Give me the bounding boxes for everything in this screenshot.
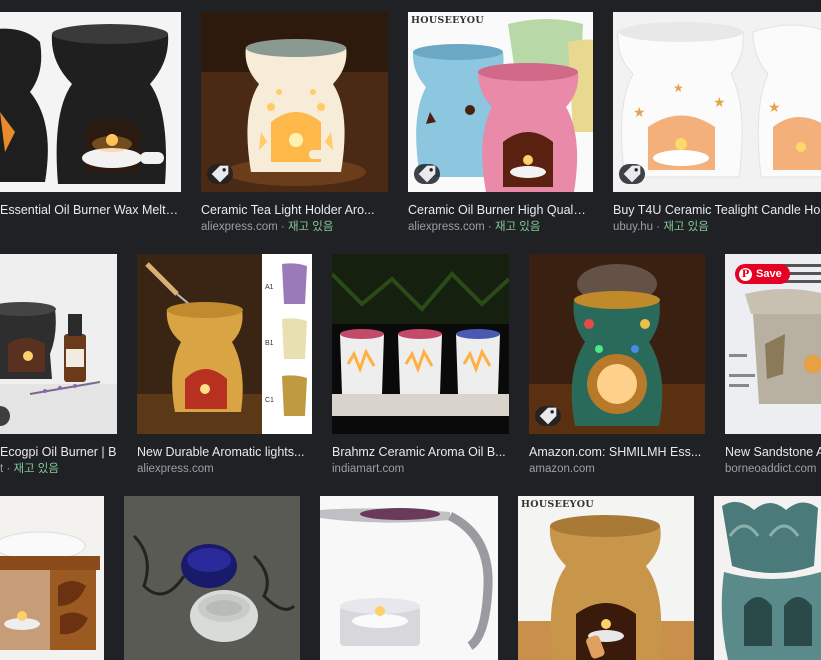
image-results-grid: Essential Oil Burner Wax Melt Burn... [0, 0, 821, 660]
shopping-tag-icon [414, 164, 440, 184]
result-thumbnail[interactable] [124, 496, 300, 660]
result-thumbnail[interactable] [320, 496, 498, 660]
result-source[interactable]: borneoaddict.com [725, 462, 821, 477]
brand-overlay-text: HOUSEEYOU [521, 499, 594, 510]
result-source[interactable]: ubuy.hu · 재고 있음 [613, 220, 821, 235]
result-card[interactable] [714, 496, 821, 660]
variant-label: A1 [265, 284, 274, 291]
result-thumbnail[interactable] [0, 12, 181, 192]
result-thumbnail[interactable] [0, 496, 104, 660]
in-stock-label: 재고 있음 [287, 221, 334, 233]
result-card[interactable]: Brahmz Ceramic Aroma Oil B... indiamart.… [332, 254, 509, 477]
result-title[interactable]: Ceramic Tea Light Holder Aro... [201, 202, 381, 218]
in-stock-label: 재고 있음 [13, 463, 59, 475]
result-thumbnail[interactable]: HOUSEEYOU [408, 12, 593, 192]
save-label: Save [756, 268, 782, 280]
result-thumbnail[interactable]: A1 B1 C1 [137, 254, 312, 434]
result-image [332, 254, 509, 434]
result-thumbnail[interactable] [332, 254, 509, 434]
result-source[interactable]: t · 재고 있음 [0, 462, 117, 477]
result-title[interactable]: Brahmz Ceramic Aroma Oil B... [332, 444, 509, 460]
result-card[interactable]: HOUSEEYOU Ceramic Oil Burner High Qualit… [408, 12, 593, 235]
svg-text:★: ★ [633, 104, 646, 120]
result-domain: aliexpress.com [137, 463, 214, 475]
result-image [124, 496, 300, 660]
result-card[interactable] [0, 496, 104, 660]
result-image [0, 254, 117, 434]
variant-label: B1 [265, 340, 274, 347]
result-thumbnail[interactable] [529, 254, 705, 434]
result-image [518, 496, 694, 660]
result-card[interactable] [320, 496, 498, 660]
result-image [320, 496, 498, 660]
result-title[interactable]: New Sandstone A [725, 444, 821, 460]
result-domain: amazon.com [529, 463, 595, 475]
result-source[interactable]: amazon.com [529, 462, 705, 477]
in-stock-label: 재고 있음 [494, 221, 541, 233]
brand-overlay-text: HOUSEEYOU [411, 15, 484, 26]
result-thumbnail[interactable] [0, 254, 117, 434]
result-card[interactable]: Ceramic Tea Light Holder Aro... aliexpre… [201, 12, 388, 235]
result-source[interactable]: aliexpress.com [137, 462, 312, 477]
result-domain: ubuy.hu [613, 221, 654, 233]
result-title[interactable]: Ecogpi Oil Burner | Blac... [0, 444, 117, 460]
result-title[interactable]: Buy T4U Ceramic Tealight Candle Holder [613, 202, 821, 218]
result-title[interactable]: Essential Oil Burner Wax Melt Burn... [0, 202, 181, 218]
shopping-tag-icon [207, 164, 233, 184]
in-stock-label: 재고 있음 [663, 221, 709, 233]
result-domain: aliexpress.com [201, 221, 278, 233]
result-thumbnail[interactable]: HOUSEEYOU [518, 496, 694, 660]
result-source[interactable]: aliexpress.com · 재고 있음 [408, 220, 593, 235]
result-card[interactable]: ★ ★ ★ ★ Buy T4U Ceramic Tealight Candle … [613, 12, 821, 235]
result-card[interactable]: A1 B1 C1 New Durable Aromatic lights... … [137, 254, 312, 477]
shopping-tag-icon [619, 164, 645, 184]
svg-text:★: ★ [673, 81, 684, 95]
result-card[interactable]: P Save New Sandstone A borneoaddict.com [725, 254, 821, 477]
variant-label: C1 [265, 397, 274, 404]
shopping-tag-icon [535, 406, 561, 426]
result-image [714, 496, 821, 660]
pinterest-icon: P [739, 267, 752, 281]
result-domain: borneoaddict.com [725, 463, 817, 475]
result-domain: t [0, 463, 4, 475]
result-domain: indiamart.com [332, 463, 405, 475]
result-card[interactable]: Ecogpi Oil Burner | Blac... t · 재고 있음 [0, 254, 117, 477]
result-thumbnail[interactable]: ★ ★ ★ ★ [613, 12, 821, 192]
result-title[interactable]: New Durable Aromatic lights... [137, 444, 309, 460]
result-card[interactable]: Essential Oil Burner Wax Melt Burn... [0, 12, 181, 218]
result-thumbnail[interactable] [714, 496, 821, 660]
result-image [0, 496, 104, 660]
svg-text:★: ★ [713, 94, 726, 110]
result-image [0, 12, 181, 192]
result-title[interactable]: Ceramic Oil Burner High Qualit... [408, 202, 588, 218]
result-source[interactable]: indiamart.com [332, 462, 509, 477]
result-card[interactable]: Amazon.com: SHMILMH Ess... amazon.com [529, 254, 705, 477]
result-title[interactable]: Amazon.com: SHMILMH Ess... [529, 444, 705, 460]
result-thumbnail[interactable]: P Save [725, 254, 821, 434]
svg-text:★: ★ [768, 99, 781, 115]
result-card[interactable] [124, 496, 300, 660]
result-domain: aliexpress.com [408, 221, 485, 233]
pinterest-save-button[interactable]: P Save [735, 264, 790, 284]
result-card[interactable]: HOUSEEYOU [518, 496, 694, 660]
result-thumbnail[interactable] [201, 12, 388, 192]
result-source[interactable]: aliexpress.com · 재고 있음 [201, 220, 388, 235]
result-image [137, 254, 312, 434]
